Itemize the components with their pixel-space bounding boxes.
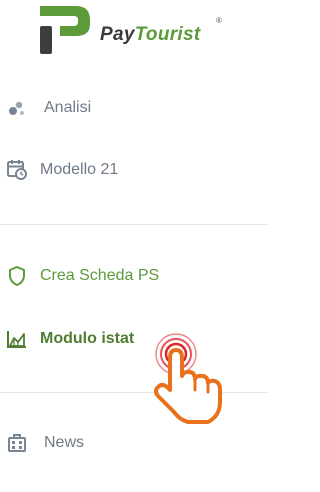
registered-mark: ® — [216, 16, 222, 25]
sidebar-item-label: Modello 21 — [40, 161, 119, 178]
sidebar-item-modulo-istat[interactable]: Modulo istat — [0, 324, 268, 354]
paytourist-logo[interactable]: PayTourist ® — [38, 2, 238, 56]
sidebar-item-crea-scheda-ps[interactable]: Crea Scheda PS — [0, 261, 268, 291]
sidebar-item-analisi[interactable]: Analisi — [0, 93, 268, 123]
sidebar-item-label: Crea Scheda PS — [40, 267, 160, 284]
news-building-icon — [6, 432, 28, 454]
logo-mark-icon — [40, 6, 90, 54]
menu-divider — [0, 392, 268, 393]
sidebar-item-label: News — [44, 434, 85, 451]
menu-divider — [0, 224, 268, 225]
sidebar-item-news[interactable]: News — [0, 428, 268, 458]
scatter-dots-icon — [6, 97, 28, 119]
calendar-clock-icon — [6, 159, 28, 181]
sidebar-item-label: Analisi — [44, 99, 92, 116]
sidebar-item-label: Modulo istat — [40, 330, 135, 347]
brand-name: PayTourist — [100, 24, 201, 45]
sidebar-item-modello-21[interactable]: Modello 21 — [0, 155, 268, 185]
shield-icon — [6, 265, 28, 287]
area-chart-icon — [6, 328, 28, 350]
